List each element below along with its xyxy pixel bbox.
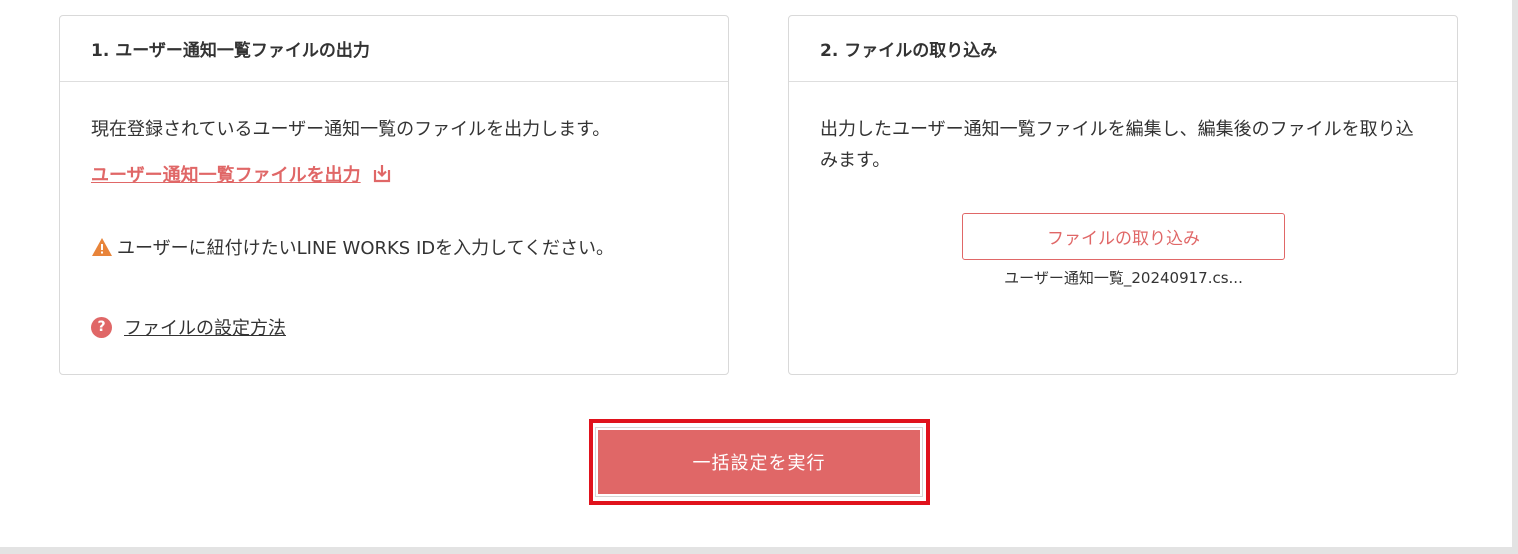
help-row: ? ファイルの設定方法 xyxy=(91,314,286,340)
export-file-link-label: ユーザー通知一覧ファイルを出力 xyxy=(91,165,361,186)
warning-triangle-icon xyxy=(91,237,113,257)
export-card: 1. ユーザー通知一覧ファイルの出力 現在登録されているユーザー通知一覧のファイ… xyxy=(59,15,729,375)
warning-message: ユーザーに紐付けたいLINE WORKS IDを入力してください。 xyxy=(91,234,614,260)
question-circle-icon: ? xyxy=(91,316,112,338)
import-card: 2. ファイルの取り込み 出力したユーザー通知一覧ファイルを編集し、編集後のファ… xyxy=(788,15,1458,375)
export-card-title: 1. ユーザー通知一覧ファイルの出力 xyxy=(60,16,728,82)
selected-file-name: ユーザー通知一覧_20240917.cs... xyxy=(1004,269,1243,287)
export-file-link[interactable]: ユーザー通知一覧ファイルを出力 xyxy=(91,161,393,187)
execute-bulk-settings-button[interactable]: 一括設定を実行 xyxy=(596,428,922,496)
warning-text: ユーザーに紐付けたいLINE WORKS IDを入力してください。 xyxy=(117,238,615,259)
file-settings-help-link[interactable]: ファイルの設定方法 xyxy=(124,314,286,340)
import-file-button[interactable]: ファイルの取り込み xyxy=(962,213,1285,260)
export-description: 現在登録されているユーザー通知一覧のファイルを出力します。 xyxy=(91,119,611,140)
download-icon xyxy=(371,164,393,184)
import-description: 出力したユーザー通知一覧ファイルを編集し、編集後のファイルを取り込みます。 xyxy=(820,119,1414,171)
import-card-title: 2. ファイルの取り込み xyxy=(789,16,1457,82)
